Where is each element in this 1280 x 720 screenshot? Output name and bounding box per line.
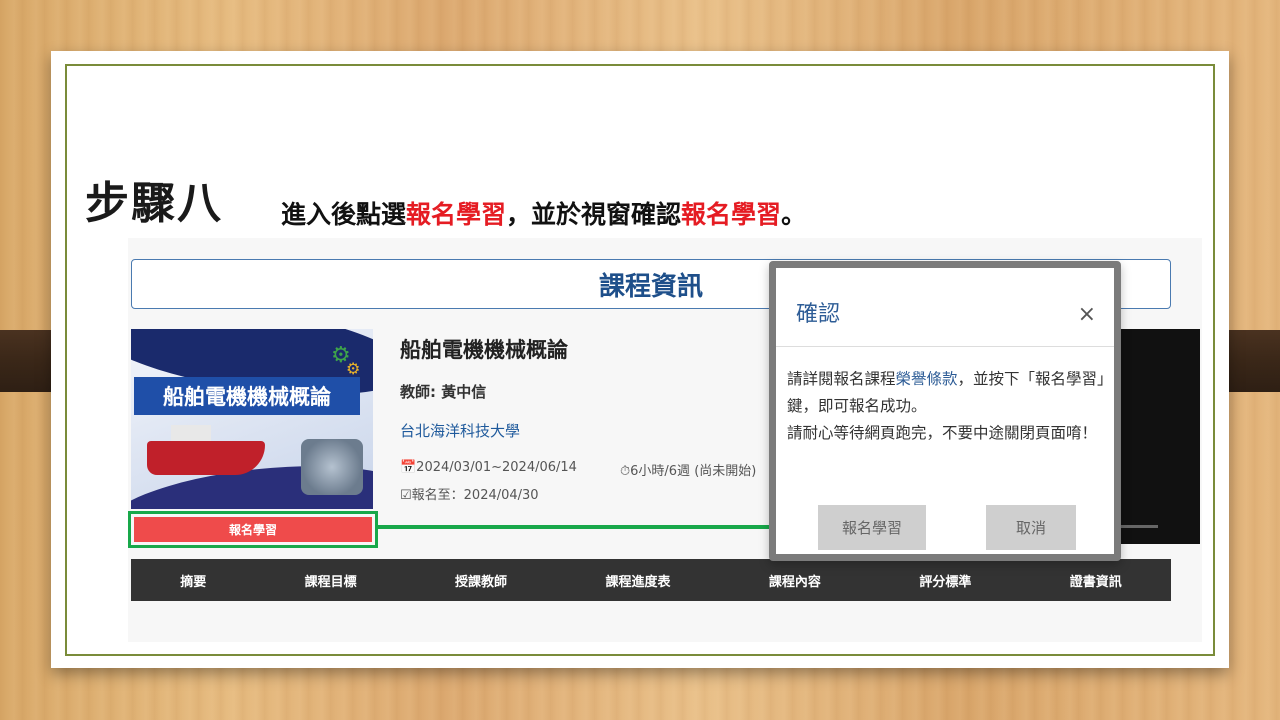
instruction-part2: ，並於視窗確認 [506, 200, 682, 229]
enroll-deadline: ☑報名至：2024/04/30 [400, 488, 539, 503]
course-banner-image: ⚙ ⚙ 船舶電機機械概論 [131, 329, 373, 509]
enroll-button[interactable]: 報名學習 [134, 517, 372, 542]
course-duration: ⏱6小時/6週 (尚未開始) [620, 464, 757, 479]
school-link[interactable]: 台北海洋科技大學 [400, 420, 520, 441]
instruction-text: 進入後點選報名學習，並於視窗確認報名學習。 [281, 195, 806, 231]
dialog-title: 確認 [796, 302, 841, 327]
course-dates: 📅2024/03/01~2024/06/14 [400, 460, 577, 475]
pointer-arrow-line [376, 525, 806, 529]
banner-label: 船舶電機機械概論 [134, 377, 360, 415]
instruction-part3: 。 [781, 200, 807, 229]
engine-illustration [301, 439, 363, 495]
honor-terms-link[interactable]: 榮譽條款 [896, 370, 958, 388]
step-title: 步驟八 [85, 178, 223, 229]
cancel-button[interactable]: 取消 [986, 505, 1076, 550]
dialog-body: 請詳閱報名課程榮譽條款，並按下「報名學習」鍵，即可報名成功。 請耐心等待網頁跑完… [787, 366, 1109, 447]
teacher-name: 教師: 黃中信 [400, 383, 487, 401]
instruction-part1: 進入後點選 [281, 200, 407, 229]
tab-certificate[interactable]: 證書資訊 [1070, 571, 1122, 590]
video-preview[interactable] [1118, 329, 1200, 544]
tab-instructors[interactable]: 授課教師 [455, 571, 507, 590]
dialog-body-text: 請耐心等待網頁跑完，不要中途關閉頁面唷！ [787, 424, 1098, 443]
enroll-highlight-box: 報名學習 [128, 511, 378, 548]
dialog-body-text: 請詳閱報名課程 [787, 370, 896, 388]
dialog-divider [776, 346, 1114, 347]
instruction-highlight2: 報名學習 [681, 200, 782, 229]
tab-summary[interactable]: 摘要 [180, 571, 206, 590]
ship-illustration [147, 441, 265, 475]
confirm-dialog: 確認 × 請詳閱報名課程榮譽條款，並按下「報名學習」鍵，即可報名成功。 請耐心等… [769, 261, 1121, 561]
video-progress-bar [1118, 525, 1158, 528]
tab-content[interactable]: 課程內容 [769, 571, 821, 590]
close-icon[interactable]: × [1078, 302, 1096, 327]
tab-grading[interactable]: 評分標準 [919, 571, 971, 590]
course-tabs: 摘要 課程目標 授課教師 課程進度表 課程內容 評分標準 證書資訊 [131, 559, 1171, 601]
instruction-highlight1: 報名學習 [406, 200, 507, 229]
gear-icon: ⚙ [346, 359, 361, 378]
course-name: 船舶電機機械概論 [400, 338, 568, 362]
tab-objectives[interactable]: 課程目標 [305, 571, 357, 590]
tab-schedule[interactable]: 課程進度表 [605, 571, 670, 590]
confirm-enroll-button[interactable]: 報名學習 [818, 505, 926, 550]
